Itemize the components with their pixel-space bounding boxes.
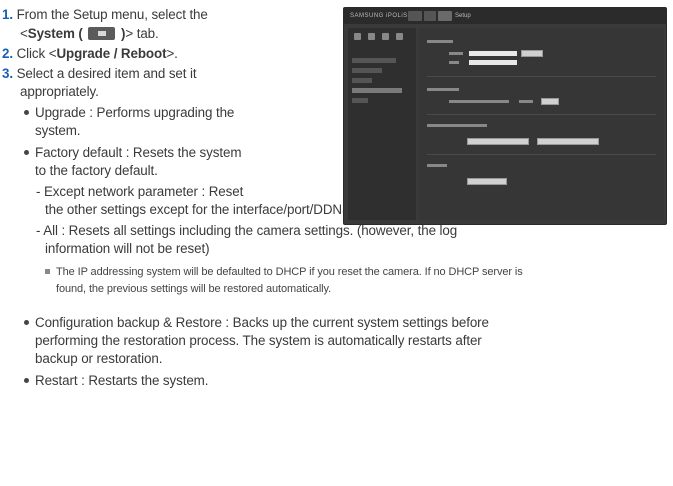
bullet-icon bbox=[24, 319, 29, 325]
sidebar-item bbox=[352, 68, 382, 73]
except-network-item: - Except network parameter : Reset bbox=[36, 184, 244, 199]
restart-button bbox=[467, 178, 507, 185]
step-number: 1. bbox=[2, 7, 13, 22]
step-text: > tab. bbox=[125, 26, 159, 41]
backup-restore-item-cont-2: backup or restoration. bbox=[35, 351, 163, 366]
screenshot-tab bbox=[408, 11, 422, 21]
restart-item: Restart : Restarts the system. bbox=[24, 372, 208, 390]
restore-button bbox=[537, 138, 599, 145]
factory-default-button bbox=[541, 98, 559, 105]
backup-restore-item-cont-1: performing the restoration process. The … bbox=[35, 333, 482, 348]
item-text: Configuration backup & Restore : Backs u… bbox=[35, 315, 489, 330]
sidebar-icon bbox=[382, 33, 389, 40]
restart-heading bbox=[427, 164, 447, 167]
upgrade-reboot-screenshot: SAMSUNG iPOLiS Setup bbox=[343, 7, 667, 225]
separator bbox=[427, 76, 656, 77]
sidebar-item bbox=[352, 78, 372, 83]
upgrade-file-input bbox=[469, 51, 517, 56]
screenshot-main-panel bbox=[419, 28, 664, 220]
step-1-line-2: <System ( )> tab. bbox=[20, 25, 159, 43]
factory-default-heading bbox=[427, 88, 459, 91]
item-text: Restart : Restarts the system. bbox=[35, 373, 209, 388]
step-2: 2. Click <Upgrade / Reboot>. bbox=[2, 45, 178, 63]
step-number: 2. bbox=[2, 46, 13, 61]
backup-restore-heading bbox=[427, 124, 487, 127]
upgrade-heading bbox=[427, 40, 453, 43]
screenshot-tab bbox=[438, 11, 452, 21]
all-item-cont: information will not be reset) bbox=[45, 241, 210, 256]
sidebar-icon bbox=[354, 33, 361, 40]
upgrade-status-input bbox=[469, 60, 517, 65]
backup-restore-item: Configuration backup & Restore : Backs u… bbox=[24, 314, 489, 332]
screenshot-tab bbox=[424, 11, 436, 21]
sidebar-icon bbox=[396, 33, 403, 40]
field-label bbox=[449, 52, 463, 55]
backup-button bbox=[467, 138, 529, 145]
step-3-line-1: 3. Select a desired item and set it bbox=[2, 65, 197, 83]
sidebar-icon bbox=[368, 33, 375, 40]
upgrade-item-cont: system. bbox=[35, 123, 81, 138]
system-tab-icon bbox=[88, 26, 116, 40]
factory-default-item-cont: to the factory default. bbox=[35, 163, 158, 178]
upgrade-item: Upgrade : Performs upgrading the bbox=[24, 104, 234, 122]
upgrade-reboot-label: Upgrade / Reboot bbox=[56, 46, 167, 61]
item-text: Upgrade : Performs upgrading the bbox=[35, 105, 235, 120]
note-square-icon bbox=[45, 268, 50, 274]
separator bbox=[427, 114, 656, 115]
bullet-icon bbox=[24, 149, 29, 155]
step-1-line-1: 1. From the Setup menu, select the bbox=[2, 6, 208, 24]
step-text: Select a desired item and set it bbox=[16, 66, 197, 81]
browse-button bbox=[521, 50, 543, 57]
step-text: Click < bbox=[16, 46, 57, 61]
screenshot-topbar: SAMSUNG iPOLiS Setup bbox=[344, 8, 666, 24]
note-line-1: The IP addressing system will be default… bbox=[45, 265, 523, 280]
radio-option bbox=[449, 100, 509, 103]
radio-option bbox=[519, 100, 533, 103]
field-label bbox=[449, 61, 459, 64]
bullet-icon bbox=[24, 377, 29, 383]
separator bbox=[427, 154, 656, 155]
note-line-2: found, the previous settings will be res… bbox=[56, 283, 332, 295]
sidebar-item bbox=[352, 98, 368, 103]
sidebar-item bbox=[352, 88, 402, 93]
step-number: 3. bbox=[2, 66, 13, 81]
screenshot-logo: SAMSUNG iPOLiS bbox=[350, 13, 408, 19]
item-text: Factory default : Resets the system bbox=[35, 145, 242, 160]
note-text: The IP addressing system will be default… bbox=[56, 266, 523, 278]
bullet-icon bbox=[24, 109, 29, 115]
screenshot-tab-title: Setup bbox=[455, 13, 471, 19]
sidebar-item bbox=[352, 58, 396, 63]
step-text: >. bbox=[166, 46, 178, 61]
step-3-line-2: appropriately. bbox=[20, 84, 99, 99]
step-text: From the Setup menu, select the bbox=[16, 7, 208, 22]
system-tab-label: System ( bbox=[27, 26, 87, 41]
bracket-open: < bbox=[20, 26, 28, 41]
factory-default-item: Factory default : Resets the system bbox=[24, 144, 241, 162]
screenshot-sidebar bbox=[348, 28, 416, 220]
